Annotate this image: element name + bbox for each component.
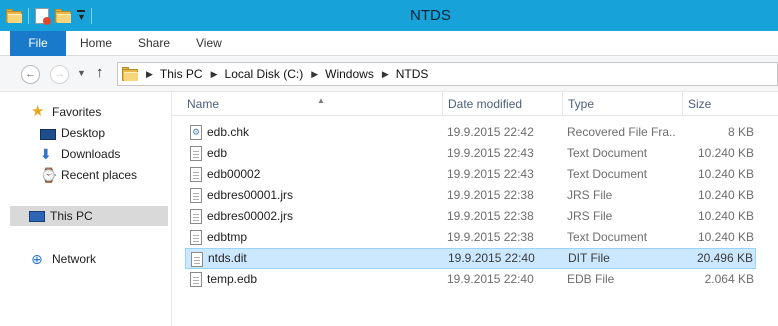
file-date: 19.9.2015 22:42 bbox=[447, 125, 534, 139]
text-file-icon bbox=[190, 230, 202, 245]
window-title: NTDS bbox=[410, 7, 451, 24]
file-icon bbox=[190, 209, 202, 224]
nav-item-network[interactable]: ⊕ Network bbox=[31, 249, 96, 269]
file-date: 19.9.2015 22:43 bbox=[447, 146, 534, 160]
nav-item-label: Recent places bbox=[61, 168, 138, 182]
file-icon bbox=[191, 252, 203, 267]
file-row[interactable]: edbtmp 19.9.2015 22:38 Text Document 10.… bbox=[185, 227, 756, 248]
column-header-size[interactable]: Size bbox=[682, 92, 778, 116]
file-row-selected[interactable]: ntds.dit 19.9.2015 22:40 DIT File 20.496… bbox=[185, 248, 756, 269]
checkpoint-file-icon bbox=[190, 125, 202, 140]
tab-home[interactable]: Home bbox=[80, 31, 112, 56]
column-header-name[interactable]: ▲ Name bbox=[182, 92, 442, 116]
navigation-pane: ★ Favorites Desktop ⬇ Downloads ⌚ Recent… bbox=[0, 92, 171, 326]
text-file-icon bbox=[190, 167, 202, 182]
chevron-right-icon[interactable]: ▶ bbox=[311, 69, 318, 80]
recent-locations-dropdown[interactable]: ▼ bbox=[77, 68, 86, 78]
title-bar: ▼ NTDS bbox=[0, 0, 778, 31]
folder-icon bbox=[122, 67, 138, 81]
chevron-right-icon[interactable]: ▶ bbox=[211, 69, 218, 80]
column-header-row: ▲ Name Date modified Type Size bbox=[172, 92, 778, 116]
nav-item-label: Favorites bbox=[52, 105, 102, 119]
chevron-right-icon[interactable]: ▶ bbox=[146, 69, 153, 80]
breadcrumb-this-pc[interactable]: This PC bbox=[160, 67, 203, 81]
file-size: 10.240 KB bbox=[697, 167, 754, 181]
computer-icon bbox=[29, 211, 45, 222]
file-type: EDB File bbox=[567, 272, 615, 286]
back-button[interactable]: ← bbox=[21, 65, 40, 84]
desktop-icon bbox=[40, 128, 56, 140]
column-header-date[interactable]: Date modified bbox=[442, 92, 562, 116]
file-name: edbres00002.jrs bbox=[207, 209, 294, 223]
file-row[interactable]: edb.chk 19.9.2015 22:42 Recovered File F… bbox=[185, 122, 756, 143]
nav-item-recent-places[interactable]: ⌚ Recent places bbox=[40, 165, 137, 185]
file-type: DIT File bbox=[568, 251, 610, 265]
file-row[interactable]: temp.edb 19.9.2015 22:40 EDB File 2.064 … bbox=[185, 269, 756, 290]
column-header-type[interactable]: Type bbox=[562, 92, 682, 116]
chevron-right-icon[interactable]: ▶ bbox=[382, 69, 389, 80]
navigation-bar: ← → ▼ ↑ ▶ This PC ▶ Local Disk (C:) ▶ Wi… bbox=[0, 56, 778, 92]
tab-share[interactable]: Share bbox=[138, 31, 170, 56]
file-size: 20.496 KB bbox=[696, 251, 753, 265]
file-size: 8 KB bbox=[727, 125, 754, 139]
file-type: JRS File bbox=[567, 209, 613, 223]
file-row[interactable]: edbres00002.jrs 19.9.2015 22:38 JRS File… bbox=[185, 206, 756, 227]
file-name: temp.edb bbox=[207, 272, 258, 286]
file-date: 19.9.2015 22:38 bbox=[447, 230, 534, 244]
file-type: Text Document bbox=[567, 230, 648, 244]
file-size: 2.064 KB bbox=[704, 272, 754, 286]
breadcrumb-ntds[interactable]: NTDS bbox=[396, 67, 429, 81]
file-date: 19.9.2015 22:40 bbox=[448, 251, 535, 265]
nav-item-label: Desktop bbox=[61, 126, 106, 140]
file-type: JRS File bbox=[567, 188, 613, 202]
address-bar[interactable]: ▶ This PC ▶ Local Disk (C:) ▶ Windows ▶ … bbox=[117, 62, 778, 86]
file-type: Text Document bbox=[567, 146, 648, 160]
file-date: 19.9.2015 22:40 bbox=[447, 272, 534, 286]
file-list: ▲ Name Date modified Type Size edb.chk 1… bbox=[172, 92, 778, 326]
tab-file[interactable]: File bbox=[10, 31, 66, 56]
file-row[interactable]: edbres00001.jrs 19.9.2015 22:38 JRS File… bbox=[185, 185, 756, 206]
file-icon bbox=[190, 272, 202, 287]
file-date: 19.9.2015 22:43 bbox=[447, 167, 534, 181]
file-row[interactable]: edb 19.9.2015 22:43 Text Document 10.240… bbox=[185, 143, 756, 164]
sort-ascending-icon: ▲ bbox=[317, 96, 325, 105]
file-date: 19.9.2015 22:38 bbox=[447, 209, 534, 223]
network-icon: ⊕ bbox=[31, 251, 43, 267]
recent-places-icon: ⌚ bbox=[40, 167, 58, 183]
file-type: Recovered File Fra... bbox=[567, 125, 675, 139]
file-size: 10.240 KB bbox=[697, 209, 754, 223]
file-name: edb.chk bbox=[207, 125, 250, 139]
nav-item-label: Downloads bbox=[61, 147, 121, 161]
file-size: 10.240 KB bbox=[697, 188, 754, 202]
file-size: 10.240 KB bbox=[697, 146, 754, 160]
tab-view[interactable]: View bbox=[196, 31, 222, 56]
file-name: ntds.dit bbox=[208, 251, 247, 265]
ribbon-tabs: File Home Share View bbox=[0, 31, 778, 56]
nav-item-label: Network bbox=[52, 252, 97, 266]
file-row[interactable]: edb00002 19.9.2015 22:43 Text Document 1… bbox=[185, 164, 756, 185]
breadcrumb-windows[interactable]: Windows bbox=[325, 67, 374, 81]
downloads-icon: ⬇ bbox=[40, 146, 52, 162]
file-size: 10.240 KB bbox=[697, 230, 754, 244]
nav-item-downloads[interactable]: ⬇ Downloads bbox=[40, 144, 120, 164]
file-name: edbres00001.jrs bbox=[207, 188, 294, 202]
nav-item-desktop[interactable]: Desktop bbox=[40, 123, 105, 143]
file-icon bbox=[190, 188, 202, 203]
file-type: Text Document bbox=[567, 167, 648, 181]
forward-button[interactable]: → bbox=[50, 65, 69, 84]
breadcrumb-local-disk[interactable]: Local Disk (C:) bbox=[225, 67, 304, 81]
file-name: edb00002 bbox=[207, 167, 261, 181]
text-file-icon bbox=[190, 146, 202, 161]
nav-item-this-pc[interactable]: This PC bbox=[10, 206, 168, 226]
star-icon: ★ bbox=[31, 103, 45, 120]
file-name: edb bbox=[207, 146, 228, 160]
nav-item-label: This PC bbox=[50, 209, 93, 223]
file-date: 19.9.2015 22:38 bbox=[447, 188, 534, 202]
file-name: edbtmp bbox=[207, 230, 248, 244]
nav-item-favorites[interactable]: ★ Favorites bbox=[31, 102, 101, 122]
up-arrow-icon[interactable]: ↑ bbox=[96, 64, 104, 81]
